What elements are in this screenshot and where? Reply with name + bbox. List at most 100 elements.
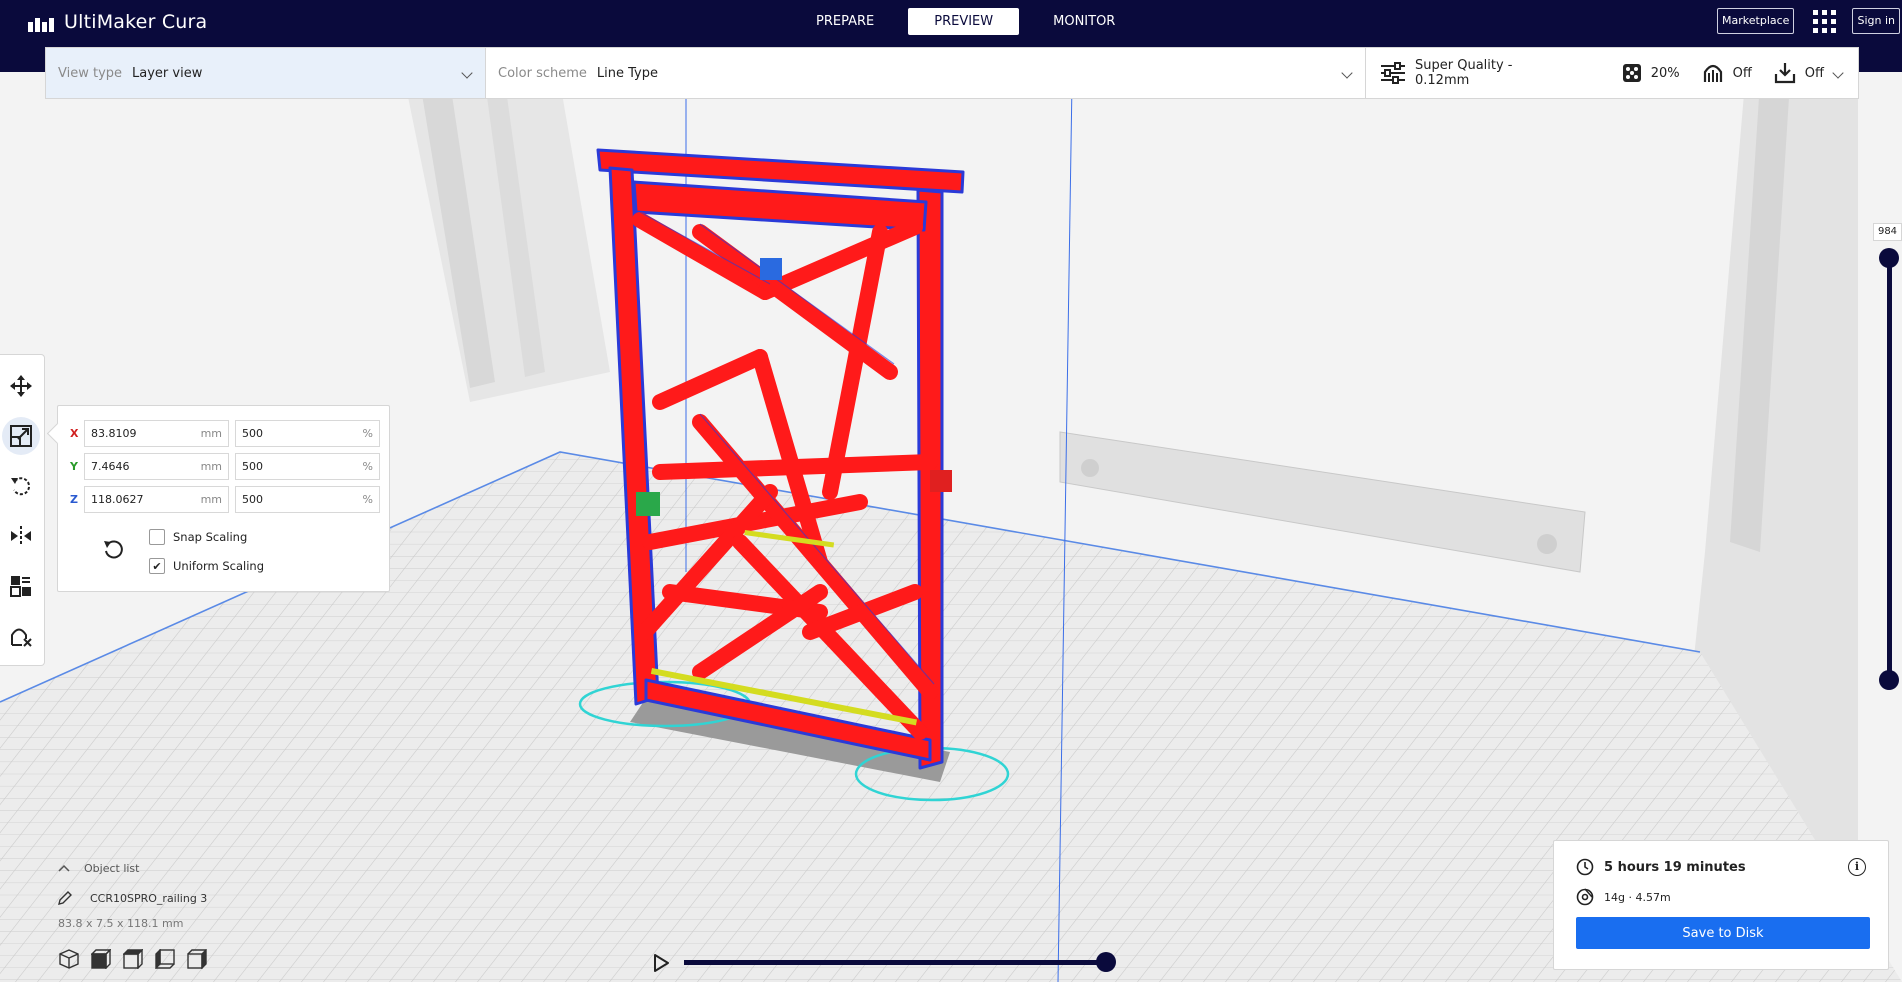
scale-x-pct-input[interactable]: 500% <box>235 420 380 447</box>
layer-slider-lower-handle[interactable] <box>1879 670 1899 690</box>
layer-slider-upper-handle[interactable] <box>1879 248 1899 268</box>
scale-row-z: Z 118.0627 mm 500% <box>70 486 386 513</box>
scale-row-y: Y 7.4646 mm 500% <box>70 453 386 480</box>
clock-icon <box>1576 858 1594 876</box>
chevron-up-icon <box>58 864 70 872</box>
spool-icon <box>1576 888 1594 906</box>
unit-percent: % <box>362 427 373 440</box>
uniform-scaling-option[interactable]: ✔ Uniform Scaling <box>149 558 264 574</box>
scale-icon <box>10 425 32 447</box>
profile-item: Super Quality - 0.12mm <box>1380 58 1566 88</box>
scale-tool[interactable] <box>2 417 40 455</box>
chevron-down-icon <box>1341 67 1353 79</box>
scale-row-x: X 83.8109 mm 500% <box>70 420 386 447</box>
support-value: Off <box>1732 65 1752 81</box>
cube-left-icon <box>155 949 175 969</box>
scale-x-mm-value: 83.8109 <box>91 427 137 440</box>
simulation-slider-track[interactable] <box>684 960 1106 965</box>
unit-percent: % <box>362 460 373 473</box>
object-list-toggle[interactable]: Object list <box>58 862 207 875</box>
color-scheme-dropdown[interactable]: Color scheme Line Type <box>486 48 1366 98</box>
stage-tabs: PREPARE PREVIEW MONITOR <box>790 8 1149 35</box>
ultimaker-logo-icon <box>28 12 56 32</box>
print-settings-selector[interactable]: Super Quality - 0.12mm 20% Off Off <box>1366 48 1858 98</box>
info-icon[interactable]: i <box>1848 858 1866 876</box>
3d-view-button[interactable] <box>58 948 80 970</box>
layer-slider-track[interactable] <box>1887 258 1892 680</box>
mirror-tool[interactable] <box>2 517 40 555</box>
marketplace-button[interactable]: Marketplace <box>1717 8 1795 34</box>
left-view-button[interactable] <box>154 948 176 970</box>
print-info-panel: 5 hours 19 minutes i 14g · 4.57m Save to… <box>1553 840 1889 970</box>
scale-y-mm-value: 7.4646 <box>91 460 130 473</box>
app-logo: UltiMaker Cura <box>28 11 207 33</box>
scale-y-pct-value: 500 <box>242 460 263 473</box>
per-model-settings-tool[interactable] <box>2 567 40 605</box>
tab-preview[interactable]: PREVIEW <box>908 8 1020 35</box>
apps-grid-icon[interactable] <box>1812 9 1836 33</box>
move-tool[interactable] <box>2 367 40 405</box>
reset-scale-button[interactable] <box>98 534 128 564</box>
print-time-row: 5 hours 19 minutes <box>1576 858 1746 876</box>
uniform-scaling-checkbox[interactable]: ✔ <box>149 558 165 574</box>
scale-z-mm-input[interactable]: 118.0627 mm <box>84 486 229 513</box>
app-title: UltiMaker Cura <box>64 11 208 33</box>
tool-bar <box>0 354 45 666</box>
object-dimensions: 83.8 x 7.5 x 118.1 mm <box>58 917 184 930</box>
chevron-down-icon <box>1832 67 1844 79</box>
camera-view-buttons <box>58 948 218 970</box>
right-view-button[interactable] <box>186 948 208 970</box>
rotate-tool[interactable] <box>2 467 40 505</box>
front-view-button[interactable] <box>90 948 112 970</box>
save-to-disk-button[interactable]: Save to Disk <box>1576 917 1870 949</box>
object-name-row[interactable]: CCR10SPRO_railing 3 <box>58 891 207 905</box>
adhesion-item: Off <box>1774 62 1824 84</box>
tab-monitor[interactable]: MONITOR <box>1027 8 1141 35</box>
material-usage: 14g · 4.57m <box>1604 890 1671 904</box>
rotate-icon <box>11 477 31 496</box>
print-time: 5 hours 19 minutes <box>1604 859 1746 875</box>
object-name: CCR10SPRO_railing 3 <box>90 891 208 905</box>
simulation-slider-handle[interactable] <box>1096 952 1116 972</box>
header-actions: Marketplace Sign in <box>1717 8 1900 34</box>
uniform-scaling-label: Uniform Scaling <box>173 559 265 573</box>
view-type-dropdown[interactable]: View type Layer view <box>46 48 486 98</box>
pencil-icon <box>58 891 72 905</box>
unit-mm: mm <box>200 493 222 506</box>
support-blocker-icon <box>11 628 32 647</box>
adhesion-icon <box>1774 62 1796 84</box>
sliders-icon <box>1380 62 1406 84</box>
scale-x-pct-value: 500 <box>242 427 263 440</box>
unit-mm: mm <box>200 460 222 473</box>
adhesion-value: Off <box>1804 65 1824 81</box>
scale-z-mm-value: 118.0627 <box>91 493 144 506</box>
snap-scaling-option[interactable]: Snap Scaling <box>149 529 247 545</box>
unit-mm: mm <box>200 427 222 440</box>
move-icon <box>10 375 32 397</box>
support-blocker-tool[interactable] <box>2 617 40 655</box>
mirror-icon <box>11 526 31 546</box>
scale-y-pct-input[interactable]: 500% <box>235 453 380 480</box>
scale-y-mm-input[interactable]: 7.4646 mm <box>84 453 229 480</box>
play-icon[interactable] <box>652 953 670 973</box>
scale-x-mm-input[interactable]: 83.8109 mm <box>84 420 229 447</box>
scale-z-pct-input[interactable]: 500% <box>235 486 380 513</box>
per-model-settings-icon <box>10 576 31 597</box>
axis-x-label: X <box>70 427 79 440</box>
color-scheme-label: Color scheme <box>498 65 587 81</box>
sign-in-button[interactable]: Sign in <box>1852 8 1900 34</box>
infill-item: 20% <box>1622 63 1680 83</box>
scale-z-pct-value: 500 <box>242 493 263 506</box>
tab-prepare[interactable]: PREPARE <box>790 8 900 35</box>
view-type-value: Layer view <box>132 65 203 81</box>
scale-panel: X 83.8109 mm 500% Y 7.4646 mm 500% Z 118.0… <box>57 405 390 592</box>
stage-menu: View type Layer view Color scheme Line T… <box>45 47 1859 99</box>
layer-number-input[interactable]: 984 <box>1873 223 1902 241</box>
material-row: 14g · 4.57m <box>1576 888 1671 906</box>
top-view-button[interactable] <box>122 948 144 970</box>
object-list-panel: Object list CCR10SPRO_railing 3 83.8 x 7… <box>58 862 207 930</box>
snap-scaling-checkbox[interactable] <box>149 529 165 545</box>
view-type-label: View type <box>58 65 123 81</box>
cube-front-icon <box>91 949 111 969</box>
chevron-down-icon <box>461 67 473 79</box>
